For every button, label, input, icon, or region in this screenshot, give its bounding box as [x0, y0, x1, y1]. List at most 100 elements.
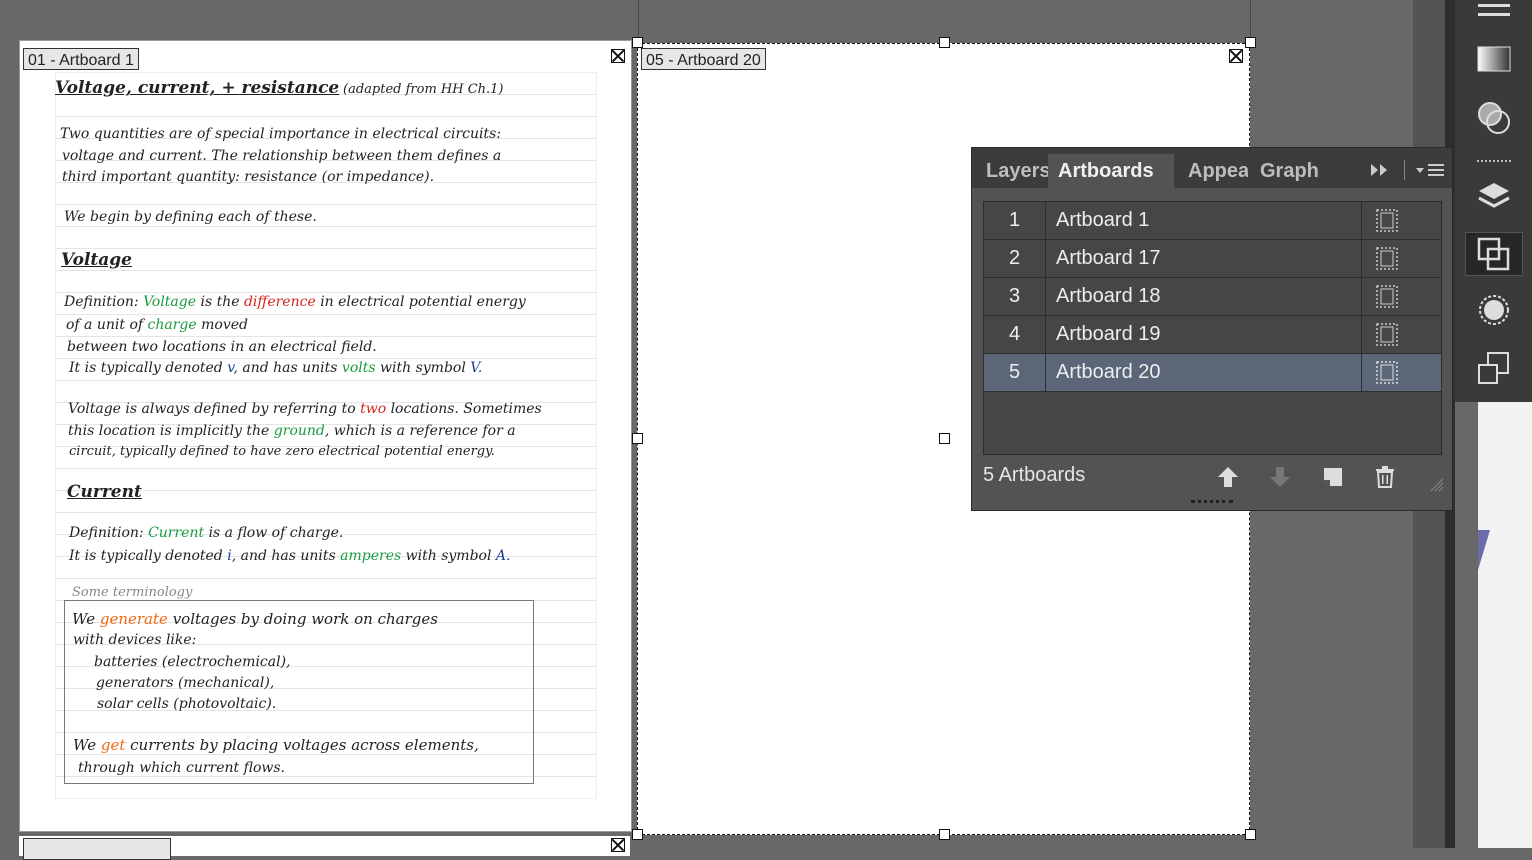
amperes-term: amperes	[340, 548, 402, 564]
tab-graph[interactable]: Graph	[1260, 154, 1324, 188]
panel-bottom-grip[interactable]	[1191, 500, 1233, 508]
text: in electrical potential energy	[320, 294, 526, 310]
row-number: 1	[984, 202, 1046, 239]
menu-icon[interactable]	[1465, 0, 1523, 20]
artboard-options-icon[interactable]	[1361, 354, 1442, 391]
artboard-options-icon[interactable]	[1361, 316, 1442, 353]
resize-handle-ne[interactable]	[1245, 37, 1256, 48]
get-line-1: We get currents by placing voltages acro…	[73, 736, 479, 754]
artboards-icon[interactable]	[1465, 232, 1523, 276]
generate-line-2: with devices like:	[73, 632, 197, 648]
resize-handle-w[interactable]	[632, 433, 643, 444]
center-handle[interactable]	[939, 433, 950, 444]
generate-line-3: batteries (electrochemical),	[94, 654, 291, 670]
text: , and has units	[233, 360, 338, 376]
row-name[interactable]: Artboard 20	[1056, 354, 1161, 391]
gradient-icon[interactable]	[1465, 37, 1523, 81]
resize-handle-n[interactable]	[939, 37, 950, 48]
artboard-options-icon[interactable]	[1361, 278, 1442, 315]
difference-term: difference	[243, 294, 316, 310]
artboard-list: 1 Artboard 1 2 Artboard 17 3 Artboard 18…	[983, 201, 1442, 455]
resize-grip-icon[interactable]	[1430, 478, 1444, 492]
artboard-row-2[interactable]: 2 Artboard 17	[984, 240, 1441, 278]
reference-line-3: circuit, typically defined to have zero …	[69, 444, 495, 459]
reference-line-2: this location is implicitly the ground, …	[68, 423, 516, 439]
artboard-row-5[interactable]: 5 Artboard 20	[984, 354, 1441, 392]
move-up-icon[interactable]	[1213, 462, 1243, 492]
text: voltages by doing work on charges	[172, 610, 438, 628]
row-number: 3	[984, 278, 1046, 315]
voltage-def-line-3: between two locations in an electrical f…	[67, 339, 377, 355]
text: , and has units	[231, 548, 336, 564]
artboard-1-close-icon[interactable]	[611, 49, 625, 63]
ground-term: ground	[273, 423, 325, 439]
intro-line-2: voltage and current. The relationship be…	[62, 148, 502, 164]
row-name[interactable]: Artboard 17	[1056, 240, 1161, 277]
artboard-1-label[interactable]: 01 - Artboard 1	[23, 48, 139, 70]
text: It is typically denoted	[69, 548, 223, 564]
charge-term: charge	[147, 317, 197, 333]
notes-title: Voltage, current, + resistance	[55, 78, 340, 98]
current-heading: Current	[67, 482, 142, 502]
asset-export-icon[interactable]	[1465, 346, 1523, 390]
resize-handle-se[interactable]	[1245, 829, 1256, 840]
dock-grip[interactable]	[1477, 160, 1511, 166]
text: Voltage is always defined by referring t…	[68, 401, 356, 417]
generate-line-4: generators (mechanical),	[96, 675, 275, 691]
text: currents by placing voltages across elem…	[130, 736, 479, 754]
text: We	[72, 610, 96, 628]
get-term: get	[100, 736, 126, 754]
text: We	[73, 736, 97, 754]
row-number: 2	[984, 240, 1046, 277]
tab-layers[interactable]: Layers	[986, 154, 1056, 188]
artboard-row-1[interactable]: 1 Artboard 1	[984, 202, 1441, 240]
tab-separator	[1404, 160, 1409, 180]
notes-title-note: (adapted from HH Ch.1)	[343, 82, 504, 97]
panel-dock	[1455, 0, 1532, 402]
delete-icon[interactable]	[1370, 462, 1400, 492]
resize-handle-sw[interactable]	[632, 829, 643, 840]
artboard-row-4[interactable]: 4 Artboard 19	[984, 316, 1441, 354]
begin-line: We begin by defining each of these.	[64, 209, 317, 225]
move-down-icon[interactable]	[1265, 462, 1295, 492]
text: with symbol	[405, 548, 492, 564]
expand-panel-icon[interactable]	[1368, 160, 1392, 180]
resize-handle-nw[interactable]	[632, 37, 643, 48]
voltage-term: Voltage	[143, 294, 197, 310]
appearance-icon[interactable]	[1465, 288, 1523, 332]
text: this location is implicitly the	[68, 423, 270, 439]
artboard-row-3[interactable]: 3 Artboard 18	[984, 278, 1441, 316]
tab-appearance[interactable]: Appearance	[1188, 154, 1248, 188]
voltage-def-line-1: Definition: Voltage is the difference in…	[64, 294, 526, 310]
voltage-def-line-2: of a unit of charge moved	[66, 317, 248, 333]
artboard-below-label[interactable]	[23, 838, 171, 860]
artboard-below-close-icon[interactable]	[611, 838, 625, 852]
transparency-icon[interactable]	[1465, 96, 1523, 140]
document-area	[1478, 402, 1532, 848]
text: Definition:	[64, 294, 139, 310]
reference-line-1: Voltage is always defined by referring t…	[68, 401, 542, 417]
artboard-options-icon[interactable]	[1361, 240, 1442, 277]
row-number: 5	[984, 354, 1046, 391]
volts-term: volts	[341, 360, 376, 376]
row-name[interactable]: Artboard 1	[1056, 202, 1149, 239]
generate-line-1: We generate voltages by doing work on ch…	[72, 610, 438, 628]
layers-icon[interactable]	[1465, 176, 1523, 220]
artboard-20-close-icon[interactable]	[1229, 49, 1243, 63]
text: Definition:	[69, 525, 144, 541]
two-term: two	[360, 401, 387, 417]
panel-menu-icon[interactable]	[1414, 160, 1446, 180]
artboard-options-icon[interactable]	[1361, 202, 1442, 239]
tab-artboards[interactable]: Artboards	[1048, 154, 1174, 188]
text: is a flow of charge.	[208, 525, 344, 541]
panel-tab-bar: Layers Artboards Appearance Graph	[972, 148, 1452, 188]
current-def-line-2: It is typically denoted i, and has units…	[69, 548, 510, 564]
current-term: Current	[148, 525, 205, 541]
resize-handle-s[interactable]	[939, 829, 950, 840]
new-artboard-icon[interactable]	[1318, 462, 1348, 492]
text: It is typically denoted	[69, 360, 223, 376]
generate-term: generate	[99, 610, 168, 628]
artboard-20-label[interactable]: 05 - Artboard 20	[641, 48, 766, 70]
row-name[interactable]: Artboard 18	[1056, 278, 1161, 315]
row-name[interactable]: Artboard 19	[1056, 316, 1161, 353]
